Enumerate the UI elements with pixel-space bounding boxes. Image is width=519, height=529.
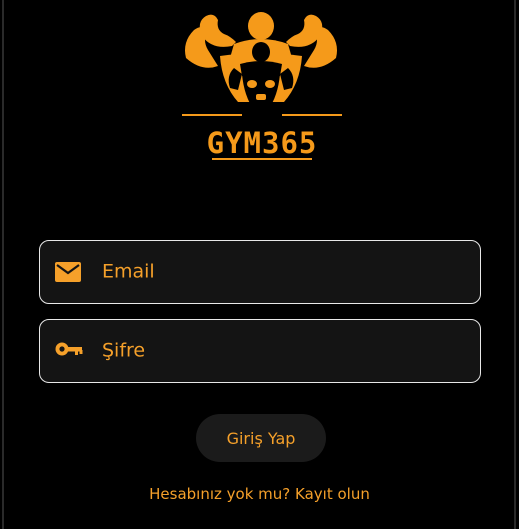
app-logo-text: GYM365 (206, 126, 318, 160)
password-field[interactable]: Şifre (39, 319, 481, 383)
email-field[interactable]: Email (39, 240, 481, 304)
password-placeholder: Şifre (102, 339, 146, 362)
device-edge-left (2, 0, 4, 529)
key-icon (55, 341, 83, 361)
envelope-icon (55, 262, 81, 282)
device-edge-right (514, 0, 516, 529)
signup-link[interactable]: Hesabınız yok mu? Kayıt olun (0, 485, 519, 503)
gym-logo: GYM365 (172, 6, 352, 174)
bodybuilder-logo-icon (182, 12, 342, 116)
email-placeholder: Email (102, 260, 155, 283)
logo-underline (212, 158, 312, 160)
login-button[interactable]: Giriş Yap (196, 414, 326, 462)
login-screen: GYM365 Email Şifre Giriş Yap Hesabınız y… (0, 0, 519, 529)
